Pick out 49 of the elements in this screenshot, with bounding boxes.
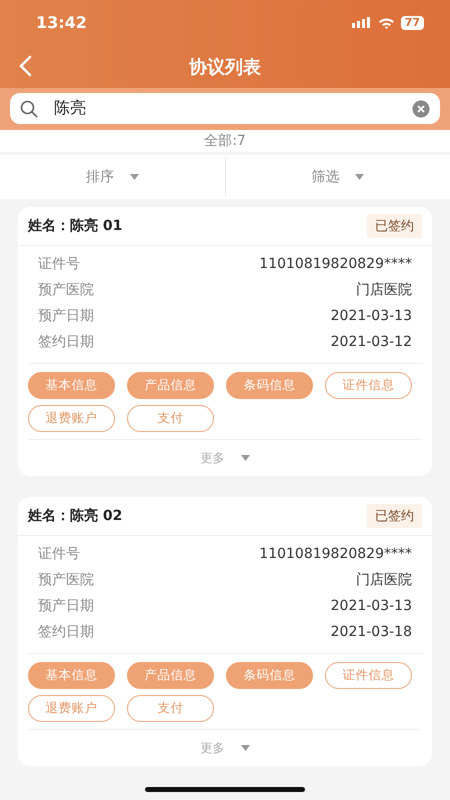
clear-icon[interactable] <box>412 100 430 118</box>
action-button[interactable]: 证件信息 <box>325 662 412 689</box>
more-button[interactable]: 更多 <box>194 440 256 476</box>
action-button[interactable]: 产品信息 <box>127 372 214 399</box>
field-value: 11010819820829**** <box>259 546 412 562</box>
status-tag: 已签约 <box>367 504 422 528</box>
caret-icon <box>355 174 364 180</box>
action-button[interactable]: 支付 <box>127 695 214 722</box>
field-value: 2021-03-18 <box>330 624 412 640</box>
field-label: 预产医院 <box>38 281 94 299</box>
more-button[interactable]: 更多 <box>194 730 256 766</box>
page-title: 协议列表 <box>189 56 261 78</box>
customer-name: 姓名：陈亮 01 <box>28 217 122 235</box>
action-button[interactable]: 条码信息 <box>226 372 313 399</box>
field-label: 签约日期 <box>38 333 94 351</box>
action-button[interactable]: 退费账户 <box>28 405 115 432</box>
status-tag: 已签约 <box>367 214 422 238</box>
field-value: 门店医院 <box>356 281 412 299</box>
action-button[interactable]: 证件信息 <box>325 372 412 399</box>
search-field[interactable]: 陈亮 <box>10 93 440 124</box>
action-button[interactable]: 支付 <box>127 405 214 432</box>
action-button[interactable]: 基本信息 <box>28 662 115 689</box>
field-label: 预产医院 <box>38 571 94 589</box>
dropdown-button[interactable]: 筛选 <box>226 167 450 187</box>
field-value: 11010819820829**** <box>259 256 412 272</box>
field-value: 2021-03-13 <box>330 598 412 614</box>
customer-name: 姓名：陈亮 02 <box>28 507 122 525</box>
field-value: 门店医院 <box>356 571 412 589</box>
caret-icon <box>240 745 250 751</box>
field-label: 证件号 <box>38 545 80 563</box>
action-button[interactable]: 条码信息 <box>226 662 313 689</box>
caret-icon <box>130 174 139 180</box>
search-icon <box>20 100 38 118</box>
status-time: 13:42 <box>36 13 87 32</box>
field-label: 预产日期 <box>38 597 94 615</box>
dropdown-button[interactable]: 排序 <box>0 167 224 187</box>
caret-icon <box>240 455 250 461</box>
action-button[interactable]: 退费账户 <box>28 695 115 722</box>
field-label: 预产日期 <box>38 307 94 325</box>
total-count: 全部:7 <box>0 130 450 152</box>
action-button[interactable]: 基本信息 <box>28 372 115 399</box>
wifi-icon <box>378 16 395 28</box>
field-value: 2021-03-13 <box>330 308 412 324</box>
signal-icon <box>352 17 372 28</box>
field-value: 2021-03-12 <box>330 334 412 350</box>
battery-level: 77 <box>400 16 424 30</box>
action-button[interactable]: 产品信息 <box>127 662 214 689</box>
field-label: 证件号 <box>38 255 80 273</box>
field-label: 签约日期 <box>38 623 94 641</box>
